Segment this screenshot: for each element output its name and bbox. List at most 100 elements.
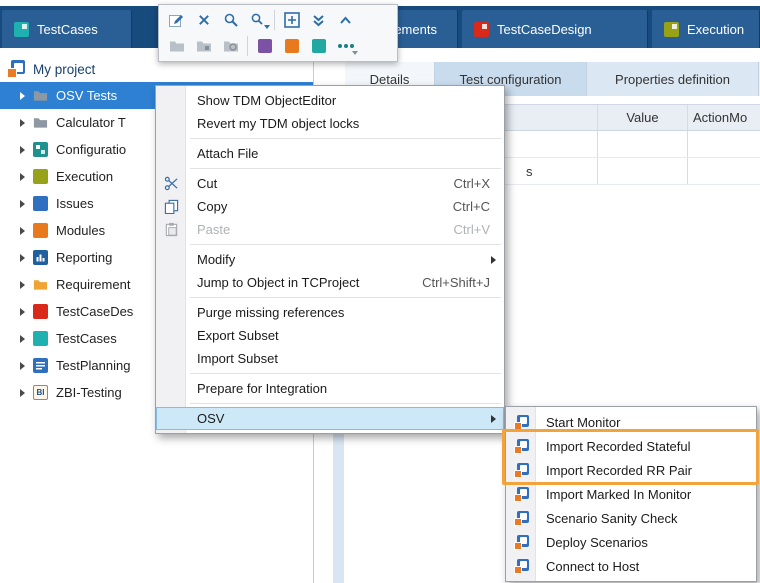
configuration-icon	[33, 142, 48, 157]
menu-separator	[190, 244, 501, 245]
search-options-button[interactable]	[244, 8, 271, 32]
submenu-item-import-recorded-rr-pair[interactable]: Import Recorded RR Pair	[506, 458, 756, 482]
tab-label: TestCaseDesign	[497, 22, 592, 37]
testcasedesign-icon	[474, 22, 489, 37]
tree-item-label: Reporting	[56, 250, 112, 265]
osv-logo-icon	[514, 559, 529, 574]
tree-item-label: TestCaseDes	[56, 304, 133, 319]
chevron-up-icon	[338, 13, 353, 28]
copy-icon	[163, 198, 180, 215]
folder-objects-icon	[196, 38, 212, 54]
expander-icon[interactable]	[20, 173, 25, 181]
chevron-down-icon	[352, 51, 358, 55]
shortcut-label: Ctrl+C	[453, 199, 490, 214]
more-options-button[interactable]	[332, 34, 359, 58]
menu-item-osv[interactable]: OSV	[156, 407, 504, 430]
submenu-item-import-recorded-stateful[interactable]: Import Recorded Stateful	[506, 434, 756, 458]
delete-button[interactable]	[190, 8, 217, 32]
expander-icon[interactable]	[20, 254, 25, 262]
expander-icon[interactable]	[20, 146, 25, 154]
expander-icon[interactable]	[20, 119, 25, 127]
edit-button[interactable]	[163, 8, 190, 32]
project-logo-icon	[7, 60, 25, 78]
tree-item-label: Requirement	[56, 277, 130, 292]
orange-object-button[interactable]	[278, 34, 305, 58]
teal-object-button[interactable]	[305, 34, 332, 58]
expander-icon[interactable]	[20, 362, 25, 370]
tab-execution[interactable]: Execution	[652, 10, 760, 48]
folder-objects-button[interactable]	[190, 34, 217, 58]
menu-separator	[190, 373, 501, 374]
expander-icon[interactable]	[20, 335, 25, 343]
header-value-column[interactable]: Value	[597, 105, 688, 130]
paste-icon	[163, 221, 180, 238]
menu-separator	[190, 138, 501, 139]
expander-icon[interactable]	[20, 281, 25, 289]
osv-logo-icon	[514, 439, 529, 454]
testplanning-doc-icon	[33, 358, 48, 373]
pane-splitter[interactable]	[333, 430, 344, 583]
submenu-item-scenario-sanity-check[interactable]: Scenario Sanity Check	[506, 506, 756, 530]
menu-item-paste[interactable]: Paste Ctrl+V	[156, 218, 504, 241]
menu-item-copy[interactable]: Copy Ctrl+C	[156, 195, 504, 218]
expander-icon[interactable]	[20, 227, 25, 235]
testcases-icon	[14, 22, 29, 37]
tree-root-label: My project	[33, 62, 95, 77]
tree-item-label: Execution	[56, 169, 113, 184]
folder-search-icon	[223, 38, 239, 54]
tab-testcases[interactable]: TestCases	[2, 10, 132, 48]
shortcut-label: Ctrl+V	[454, 222, 490, 237]
menu-item-show-tdm-objecteditor[interactable]: Show TDM ObjectEditor	[156, 89, 504, 112]
tree-item-label: OSV Tests	[56, 88, 117, 103]
folder-button[interactable]	[163, 34, 190, 58]
collapse-all-button[interactable]	[305, 8, 332, 32]
toolbar-separator	[247, 36, 248, 56]
expander-icon[interactable]	[20, 389, 25, 397]
menu-item-cut[interactable]: Cut Ctrl+X	[156, 172, 504, 195]
toolbar-row-2	[163, 33, 393, 59]
folder-search-button[interactable]	[217, 34, 244, 58]
header-actionmode-column[interactable]: ActionMo	[688, 105, 760, 130]
tree-item-label: ZBI-Testing	[56, 385, 122, 400]
osv-logo-icon	[514, 535, 529, 550]
tab-label: Properties definition	[615, 72, 730, 87]
menu-item-jump-to-object[interactable]: Jump to Object in TCProject Ctrl+Shift+J	[156, 271, 504, 294]
expander-icon[interactable]	[20, 200, 25, 208]
floating-toolbar	[158, 4, 398, 62]
submenu-item-start-monitor[interactable]: Start Monitor	[506, 410, 756, 434]
edit-icon	[168, 12, 185, 29]
tab-properties-definition[interactable]: Properties definition	[587, 62, 759, 96]
tree-item-label: Calculator T	[56, 115, 126, 130]
purple-object-button[interactable]	[251, 34, 278, 58]
expander-icon[interactable]	[20, 308, 25, 316]
modules-icon	[33, 223, 48, 238]
menu-item-import-subset[interactable]: Import Subset	[156, 347, 504, 370]
tab-label: Execution	[687, 22, 744, 37]
menu-separator	[190, 297, 501, 298]
submenu-item-import-marked-in-monitor[interactable]: Import Marked In Monitor	[506, 482, 756, 506]
purple-object-icon	[258, 39, 272, 53]
tab-testcasedesign[interactable]: TestCaseDesign	[462, 10, 648, 48]
search-button[interactable]	[217, 8, 244, 32]
expand-up-button[interactable]	[332, 8, 359, 32]
menu-item-export-subset[interactable]: Export Subset	[156, 324, 504, 347]
chevron-down-icon	[264, 25, 270, 29]
menu-item-prepare-for-integration[interactable]: Prepare for Integration	[156, 377, 504, 400]
menu-item-revert-tdm-locks[interactable]: Revert my TDM object locks	[156, 112, 504, 135]
add-object-button[interactable]	[278, 8, 305, 32]
folder-icon	[33, 88, 48, 103]
double-chevron-down-icon	[311, 13, 326, 28]
submenu-item-deploy-scenarios[interactable]: Deploy Scenarios	[506, 530, 756, 554]
menu-item-attach-file[interactable]: Attach File	[156, 142, 504, 165]
menu-item-modify[interactable]: Modify	[156, 248, 504, 271]
menu-item-purge-missing-references[interactable]: Purge missing references	[156, 301, 504, 324]
tree-item-label: Modules	[56, 223, 105, 238]
requirements-folder-icon	[33, 277, 48, 292]
shortcut-label: Ctrl+X	[454, 176, 490, 191]
osv-logo-icon	[514, 415, 529, 430]
tree-item-label: TestCases	[56, 331, 117, 346]
expander-icon[interactable]	[20, 92, 25, 100]
submenu-arrow-icon	[491, 415, 496, 423]
submenu-item-connect-to-host[interactable]: Connect to Host	[506, 554, 756, 578]
menu-separator	[190, 403, 501, 404]
